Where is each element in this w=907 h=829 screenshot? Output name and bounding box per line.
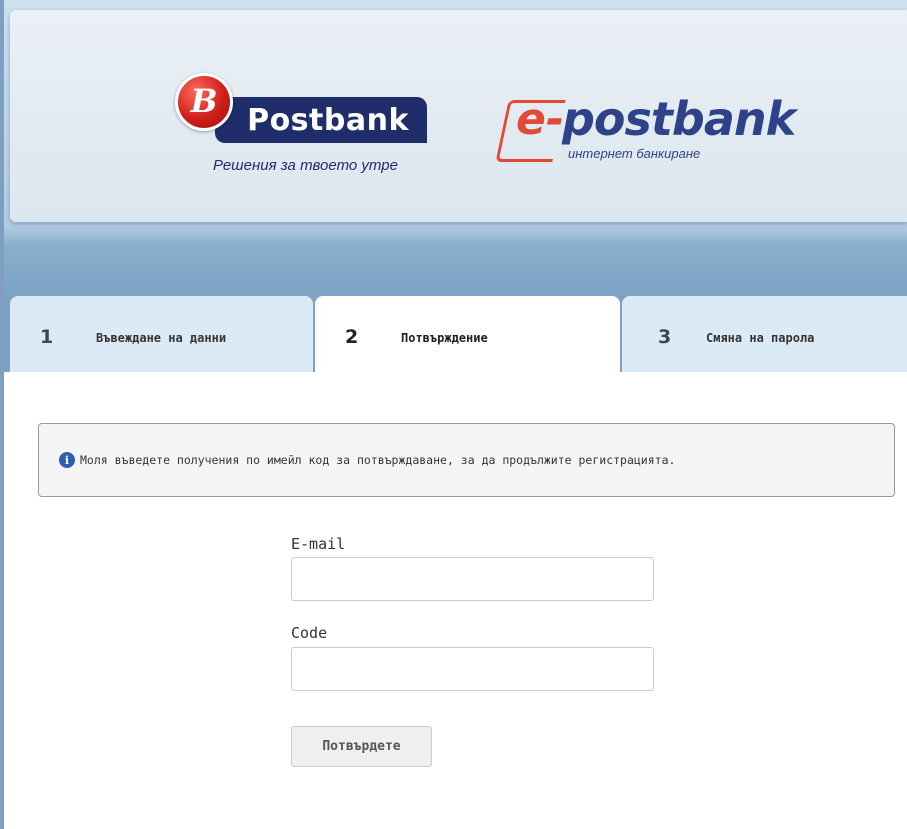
- step-label: Въвеждане на данни: [96, 331, 227, 345]
- step-number: 1: [40, 326, 54, 348]
- step-number: 3: [658, 326, 672, 348]
- code-label: Code: [291, 624, 328, 642]
- epostbank-wordmark: postbank: [562, 92, 796, 146]
- postbank-badge-icon: B: [175, 73, 233, 131]
- info-icon: i: [59, 452, 75, 468]
- postbank-logo[interactable]: B Postbank Решения за твоето утре: [175, 73, 435, 183]
- step-tab-password-change[interactable]: 3 Смяна на парола: [622, 296, 907, 372]
- step-tab-confirmation[interactable]: 2 Потвърждение: [315, 296, 620, 372]
- header-card: B Postbank Решения за твоето утре e- pos…: [10, 10, 907, 222]
- step-number: 2: [345, 326, 359, 348]
- epostbank-subtitle: интернет банкиране: [568, 146, 701, 161]
- step-tab-data-entry[interactable]: 1 Въвеждане на данни: [10, 296, 313, 372]
- postbank-badge-letter: B: [190, 82, 218, 120]
- epostbank-logo[interactable]: e- postbank интернет банкиране: [495, 92, 798, 176]
- info-message-text: Моля въведете получения по имейл код за …: [80, 453, 676, 467]
- epostbank-prefix: e-: [516, 94, 565, 145]
- step-label: Потвърждение: [401, 331, 488, 345]
- postbank-tagline: Решения за твоето утре: [213, 157, 398, 174]
- postbank-wordmark: Postbank: [215, 97, 427, 143]
- confirm-button[interactable]: Потвърдете: [291, 726, 432, 767]
- info-message-box: i Моля въведете получения по имейл код з…: [38, 423, 895, 497]
- code-field[interactable]: [291, 647, 654, 691]
- step-label: Смяна на парола: [706, 331, 815, 345]
- email-label: E-mail: [291, 535, 346, 553]
- registration-steps: 1 Въвеждане на данни 2 Потвърждение 3 См…: [10, 296, 907, 372]
- email-field[interactable]: [291, 557, 654, 601]
